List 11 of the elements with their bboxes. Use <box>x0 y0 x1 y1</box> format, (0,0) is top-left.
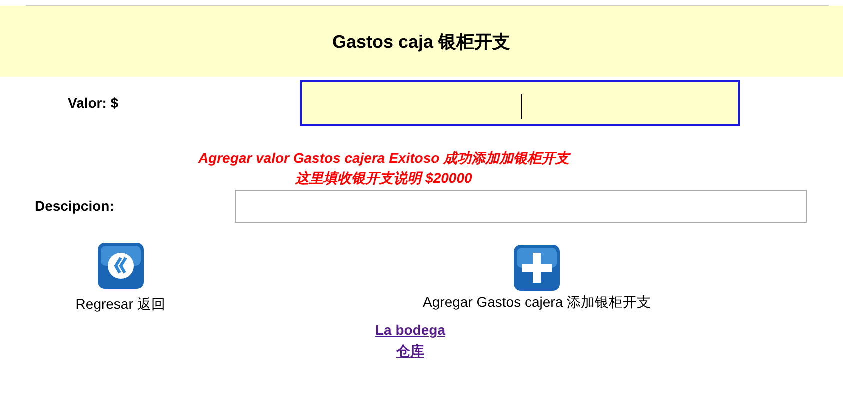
success-message: Agregar valor Gastos cajera Exitoso 成功添加加银柜开支 这里填收银开支说明 $20000 <box>197 149 572 188</box>
field-label: Valor: $ <box>68 95 120 111</box>
input-field[interactable] <box>235 190 807 222</box>
input-field[interactable] <box>300 80 740 126</box>
page-title: Gastos caja 银柜开支 <box>332 30 511 54</box>
warehouse-link[interactable]: La bodega 仓库 <box>375 320 446 362</box>
add-icon[interactable] <box>513 244 562 292</box>
back-icon[interactable] <box>96 242 145 290</box>
action-label[interactable]: Regresar 返回 <box>76 296 166 314</box>
action-label[interactable]: Agregar Gastos cajera 添加银柜开支 <box>423 294 652 312</box>
field-label: Descipcion: <box>35 198 116 214</box>
